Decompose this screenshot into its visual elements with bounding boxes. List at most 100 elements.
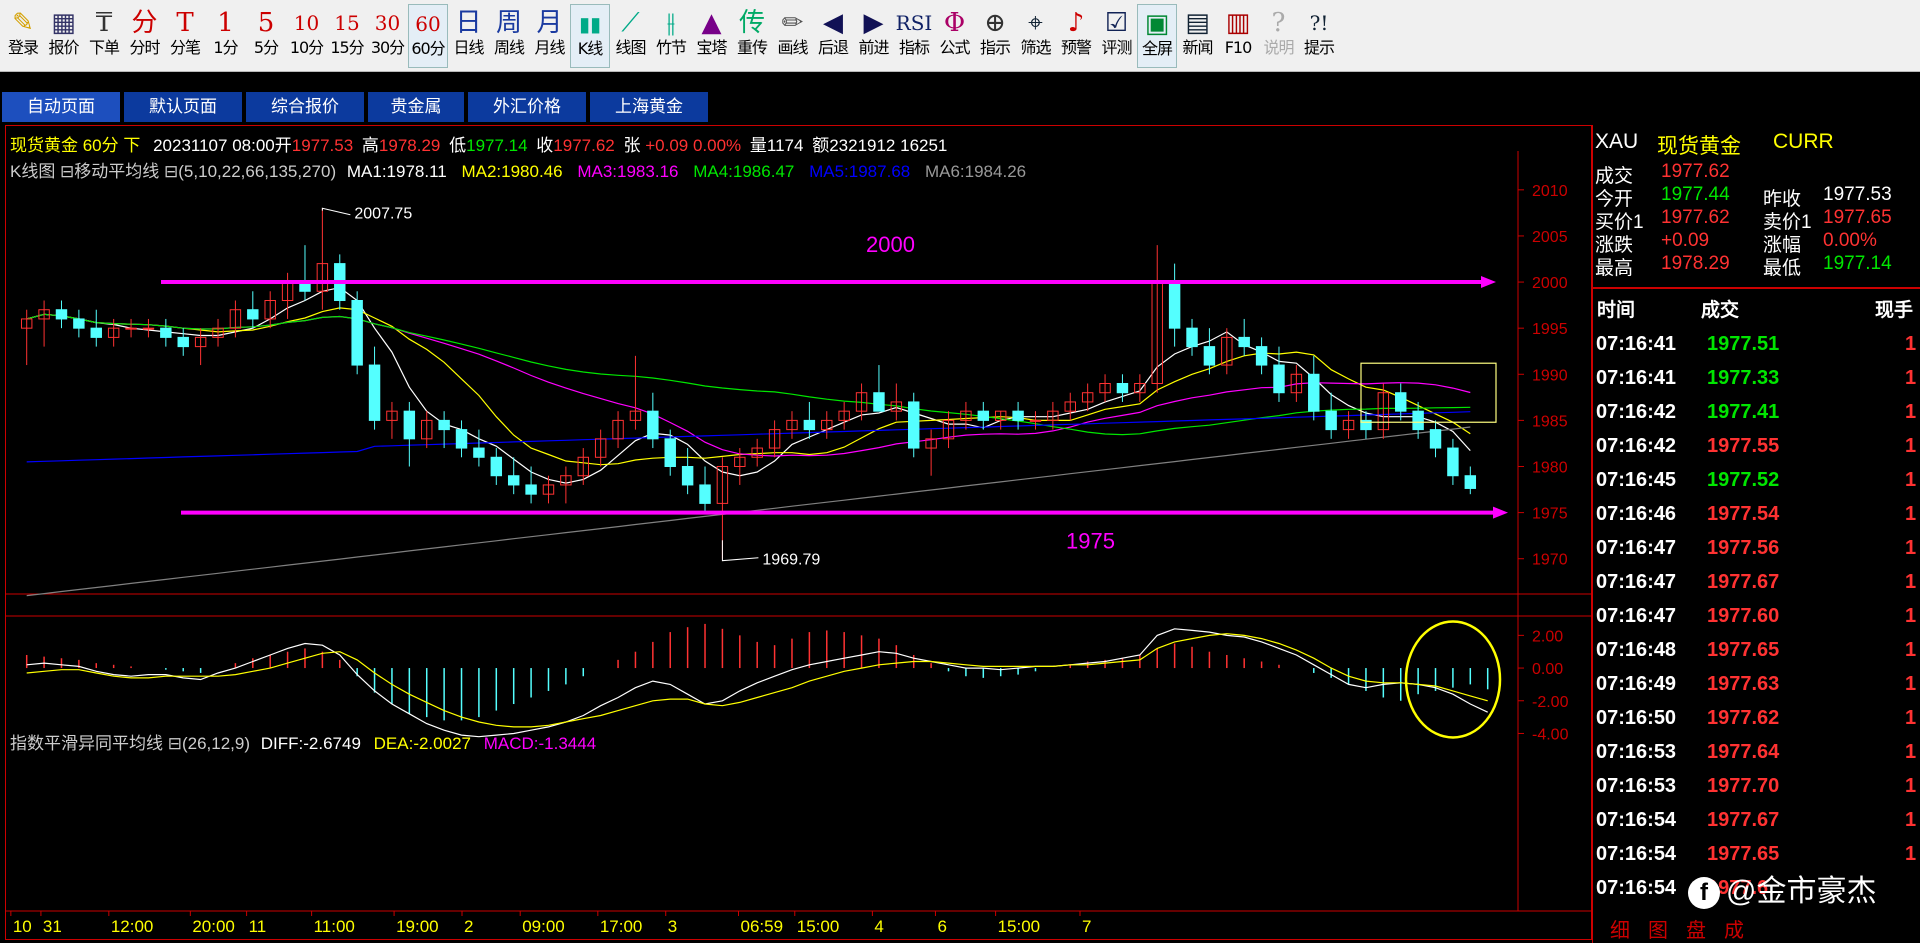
time-axis-label: 11:00 (314, 917, 355, 936)
tick-hand: 1 (1905, 741, 1917, 763)
page-tab-1[interactable]: 默认页面 (124, 92, 244, 122)
toolbar-icon-20: ◀ (823, 8, 843, 38)
toolbar-button-25[interactable]: ⌖ 筛选 (1016, 4, 1056, 68)
chart-area[interactable]: 现货黄金 60分 下 20231107 08:00开1977.53 高1978.… (5, 125, 1592, 940)
tick-time: 07:16:50 (1596, 707, 1677, 729)
toolbar-button-14[interactable]: ▮▮ K线 (570, 4, 610, 68)
quote-title: XAU 现货黄金 CURR (1593, 130, 1920, 158)
tick-price: 1977.54 (1707, 503, 1780, 525)
toolbar-label-22: 指标 (898, 38, 930, 57)
page-tab-0[interactable]: 自动页面 (2, 92, 122, 122)
candle-body (873, 392, 885, 412)
toolbar-button-31[interactable]: ? 说明 (1259, 4, 1299, 68)
tick-time: 07:16:54 (1596, 877, 1677, 899)
toolbar-button-18[interactable]: 传重传 (732, 4, 772, 68)
tick-time: 07:16:54 (1596, 843, 1677, 865)
toolbar-button-8[interactable]: 15 15分 (327, 4, 367, 68)
toolbar: ✎ 登录 ▦ 报价 ₸ 下单分分时 T 分笔 1 1分 5 5分 10 10分 15 15分 30 30分 60 60… (0, 0, 1920, 72)
panel-tab-2[interactable]: 盘 (1686, 914, 1706, 943)
candle-body (368, 364, 381, 421)
toolbar-button-6[interactable]: 5 5分 (246, 4, 286, 68)
toolbar-button-27[interactable]: ☑ 评测 (1097, 4, 1137, 68)
tick-time: 07:16:41 (1596, 367, 1677, 389)
tick-row: 07:16:47 1977.67 1 (1593, 571, 1920, 605)
panel-divider (1593, 287, 1920, 289)
tick-hand: 1 (1905, 673, 1917, 695)
toolbar-icon-30: ▥ (1225, 8, 1251, 38)
toolbar-button-17[interactable]: ▲ 宝塔 (692, 4, 732, 68)
page-tab-4[interactable]: 外汇价格 (468, 92, 588, 122)
toolbar-icon-11: 日 (455, 8, 482, 38)
toolbar-label-4: 分笔 (169, 38, 201, 57)
time-axis-label: 7 (1082, 917, 1091, 936)
time-axis-label: 31 (43, 917, 62, 936)
toolbar-button-13[interactable]: 月月线 (530, 4, 570, 68)
tick-price: 1977.65 (1707, 843, 1780, 865)
toolbar-button-19[interactable]: ✏ 画线 (773, 4, 813, 68)
toolbar-button-11[interactable]: 日日线 (449, 4, 489, 68)
tick-hand: 1 (1905, 571, 1917, 593)
toolbar-button-15[interactable]: ⟋ 线图 (611, 4, 651, 68)
price-axis-label: 1975 (1532, 506, 1568, 523)
toolbar-label-12: 周线 (493, 38, 525, 57)
toolbar-button-26[interactable]: ♪ 预警 (1056, 4, 1096, 68)
quote-value: 0.00% (1823, 230, 1877, 251)
toolbar-button-1[interactable]: ▦ 报价 (44, 4, 84, 68)
candle-body (1168, 281, 1181, 329)
toolbar-button-4[interactable]: T 分笔 (165, 4, 205, 68)
toolbar-button-7[interactable]: 10 10分 (287, 4, 327, 68)
level-2000-label: 2000 (866, 232, 915, 257)
toolbar-button-30[interactable]: ▥ F10 (1218, 4, 1258, 68)
toolbar-button-10[interactable]: 60 60分 (408, 4, 448, 68)
quote-name: 现货黄金 (1657, 135, 1741, 158)
toolbar-icon-4: T (176, 8, 194, 38)
toolbar-label-17: 宝塔 (696, 38, 727, 57)
toolbar-button-32[interactable]: ?! 提示 (1299, 4, 1339, 68)
page-tab-5[interactable]: 上海黄金 (590, 92, 710, 122)
toolbar-button-2[interactable]: ₸ 下单 (84, 4, 124, 68)
page-tab-bar: 自动页面 默认页面 综合报价 贵金属 外汇价格 上海黄金 (0, 87, 1920, 123)
tick-header: 时间 成交 现手 (1597, 300, 1914, 321)
toolbar-button-16[interactable]: ⫲ 竹节 (651, 4, 691, 68)
watermark-logo-icon: f (1688, 877, 1720, 910)
toolbar-button-3[interactable]: 分分时 (125, 4, 165, 68)
toolbar-icon-16: ⫲ (666, 8, 676, 38)
toolbar-button-23[interactable]: Φ 公式 (935, 4, 975, 68)
toolbar-label-19: 画线 (777, 38, 808, 57)
quote-value: 1977.65 (1823, 207, 1892, 228)
toolbar-button-20[interactable]: ◀ 后退 (813, 4, 853, 68)
toolbar-button-12[interactable]: 周周线 (489, 4, 529, 68)
toolbar-label-10: 60分 (411, 39, 445, 58)
candle-body (351, 300, 363, 366)
toolbar-button-22[interactable]: RSI 指标 (894, 4, 934, 68)
candle-body (1186, 327, 1198, 348)
candle-body (403, 410, 416, 440)
toolbar-button-0[interactable]: ✎ 登录 (3, 4, 43, 68)
tick-time: 07:16:54 (1596, 809, 1677, 831)
toolbar-button-5[interactable]: 1 1分 (206, 4, 246, 68)
candle-body (1238, 336, 1250, 348)
candle-body (1029, 419, 1042, 422)
high-marker-line (321, 207, 351, 216)
toolbar-button-21[interactable]: ▶ 前进 (854, 4, 894, 68)
toolbar-button-29[interactable]: ▤ 新闻 (1178, 4, 1218, 68)
tick-price: 1977.51 (1707, 333, 1780, 355)
toolbar-label-2: 下单 (88, 38, 120, 57)
toolbar-button-28[interactable]: ▣ 全屏 (1137, 4, 1177, 68)
panel-tab-1[interactable]: 图 (1648, 914, 1668, 943)
tick-hand: 1 (1905, 775, 1917, 797)
time-axis-label: 06:59 (741, 917, 784, 936)
toolbar-button-24[interactable]: ⊕ 指示 (975, 4, 1015, 68)
tick-row: 07:16:48 1977.65 1 (1593, 639, 1920, 673)
tick-price: 1977.67 (1707, 571, 1780, 593)
candle-body (1203, 346, 1216, 366)
page-tab-3[interactable]: 贵金属 (368, 92, 466, 122)
toolbar-icon-22: RSI (895, 11, 933, 35)
panel-tab-3[interactable]: 成 (1724, 914, 1744, 943)
panel-tab-0[interactable]: 细 (1610, 914, 1630, 943)
time-axis-label: 15:00 (797, 917, 840, 936)
quote-value: 1978.29 (1661, 253, 1730, 274)
toolbar-button-9[interactable]: 30 30分 (368, 4, 408, 68)
toolbar-icon-23: Φ (943, 8, 966, 38)
page-tab-2[interactable]: 综合报价 (246, 92, 366, 122)
